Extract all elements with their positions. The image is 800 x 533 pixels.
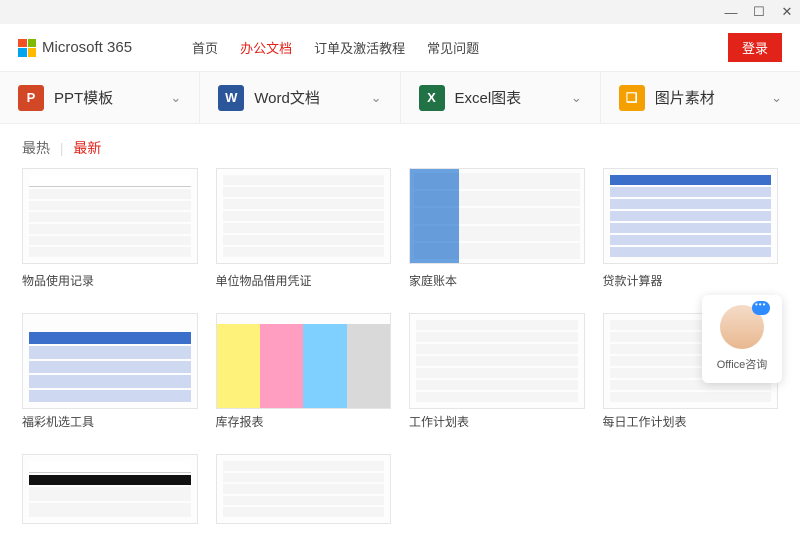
chat-label: Office咨询 <box>717 359 768 371</box>
card-title: 贷款计算器 <box>603 272 779 289</box>
chevron-down-icon: ⌄ <box>371 90 382 106</box>
card-title: 家庭账本 <box>409 272 585 289</box>
template-card[interactable]: 家庭账本 <box>409 168 585 289</box>
filter-sep: | <box>60 140 64 156</box>
nav-docs[interactable]: 办公文档 <box>240 38 292 57</box>
template-card[interactable]: 工作计划表 <box>409 313 585 430</box>
template-card[interactable] <box>216 454 392 524</box>
login-button[interactable]: 登录 <box>728 33 782 62</box>
nav-faq[interactable]: 常见问题 <box>427 38 479 57</box>
thumb <box>216 313 392 409</box>
word-icon: W <box>218 85 244 111</box>
excel-icon: X <box>419 85 445 111</box>
header: Microsoft 365 首页 办公文档 订单及激活教程 常见问题 登录 <box>0 24 800 72</box>
card-title: 福彩机选工具 <box>22 413 198 430</box>
template-card[interactable]: 贷款计算器 <box>603 168 779 289</box>
cat-ppt[interactable]: P PPT模板 ⌄ <box>0 72 199 123</box>
cat-word-label: Word文档 <box>254 87 320 108</box>
filter-hot[interactable]: 最热 <box>22 140 50 156</box>
filter-new[interactable]: 最新 <box>73 140 101 156</box>
window-min-icon[interactable]: — <box>722 3 740 21</box>
thumb <box>22 168 198 264</box>
template-card[interactable]: 福彩机选工具 <box>22 313 198 430</box>
filter-tabs: 最热 | 最新 <box>0 124 800 168</box>
top-nav: 首页 办公文档 订单及激活教程 常见问题 <box>192 38 479 57</box>
brand-label: Microsoft 365 <box>42 39 132 56</box>
ppt-icon: P <box>18 85 44 111</box>
chat-bubble-icon <box>752 301 770 315</box>
card-title: 单位物品借用凭证 <box>216 272 392 289</box>
template-card[interactable] <box>22 454 198 524</box>
card-title: 工作计划表 <box>409 413 585 430</box>
template-card[interactable]: 物品使用记录 <box>22 168 198 289</box>
thumb <box>216 168 392 264</box>
image-icon: ❏ <box>619 85 645 111</box>
thumb <box>216 454 392 524</box>
chevron-down-icon: ⌄ <box>170 90 181 106</box>
cat-img[interactable]: ❏ 图片素材 ⌄ <box>600 72 800 123</box>
thumb <box>409 168 585 264</box>
window-close-icon[interactable]: ✕ <box>778 3 796 21</box>
card-title: 库存报表 <box>216 413 392 430</box>
cat-excel-label: Excel图表 <box>455 87 522 108</box>
template-grid: 物品使用记录 单位物品借用凭证 家庭账本 贷款计算器 福彩机选工具 库存报表 工… <box>0 168 800 524</box>
window-max-icon[interactable]: ☐ <box>750 3 768 21</box>
category-bar: P PPT模板 ⌄ W Word文档 ⌄ X Excel图表 ⌄ ❏ 图片素材 … <box>0 72 800 124</box>
window-titlebar: — ☐ ✕ <box>0 0 800 24</box>
nav-home[interactable]: 首页 <box>192 38 218 57</box>
chevron-down-icon: ⌄ <box>771 90 782 106</box>
thumb <box>603 168 779 264</box>
microsoft-logo-icon <box>18 39 36 57</box>
cat-ppt-label: PPT模板 <box>54 87 113 108</box>
nav-order[interactable]: 订单及激活教程 <box>314 38 405 57</box>
chat-avatar-icon <box>720 305 764 349</box>
thumb <box>22 454 198 524</box>
cat-word[interactable]: W Word文档 ⌄ <box>199 72 399 123</box>
office-chat-widget[interactable]: Office咨询 <box>702 295 782 383</box>
card-title: 每日工作计划表 <box>603 413 779 430</box>
thumb <box>409 313 585 409</box>
thumb <box>22 313 198 409</box>
chevron-down-icon: ⌄ <box>571 90 582 106</box>
card-title: 物品使用记录 <box>22 272 198 289</box>
cat-img-label: 图片素材 <box>655 87 715 108</box>
template-card[interactable]: 单位物品借用凭证 <box>216 168 392 289</box>
template-card[interactable]: 库存报表 <box>216 313 392 430</box>
cat-excel[interactable]: X Excel图表 ⌄ <box>400 72 600 123</box>
